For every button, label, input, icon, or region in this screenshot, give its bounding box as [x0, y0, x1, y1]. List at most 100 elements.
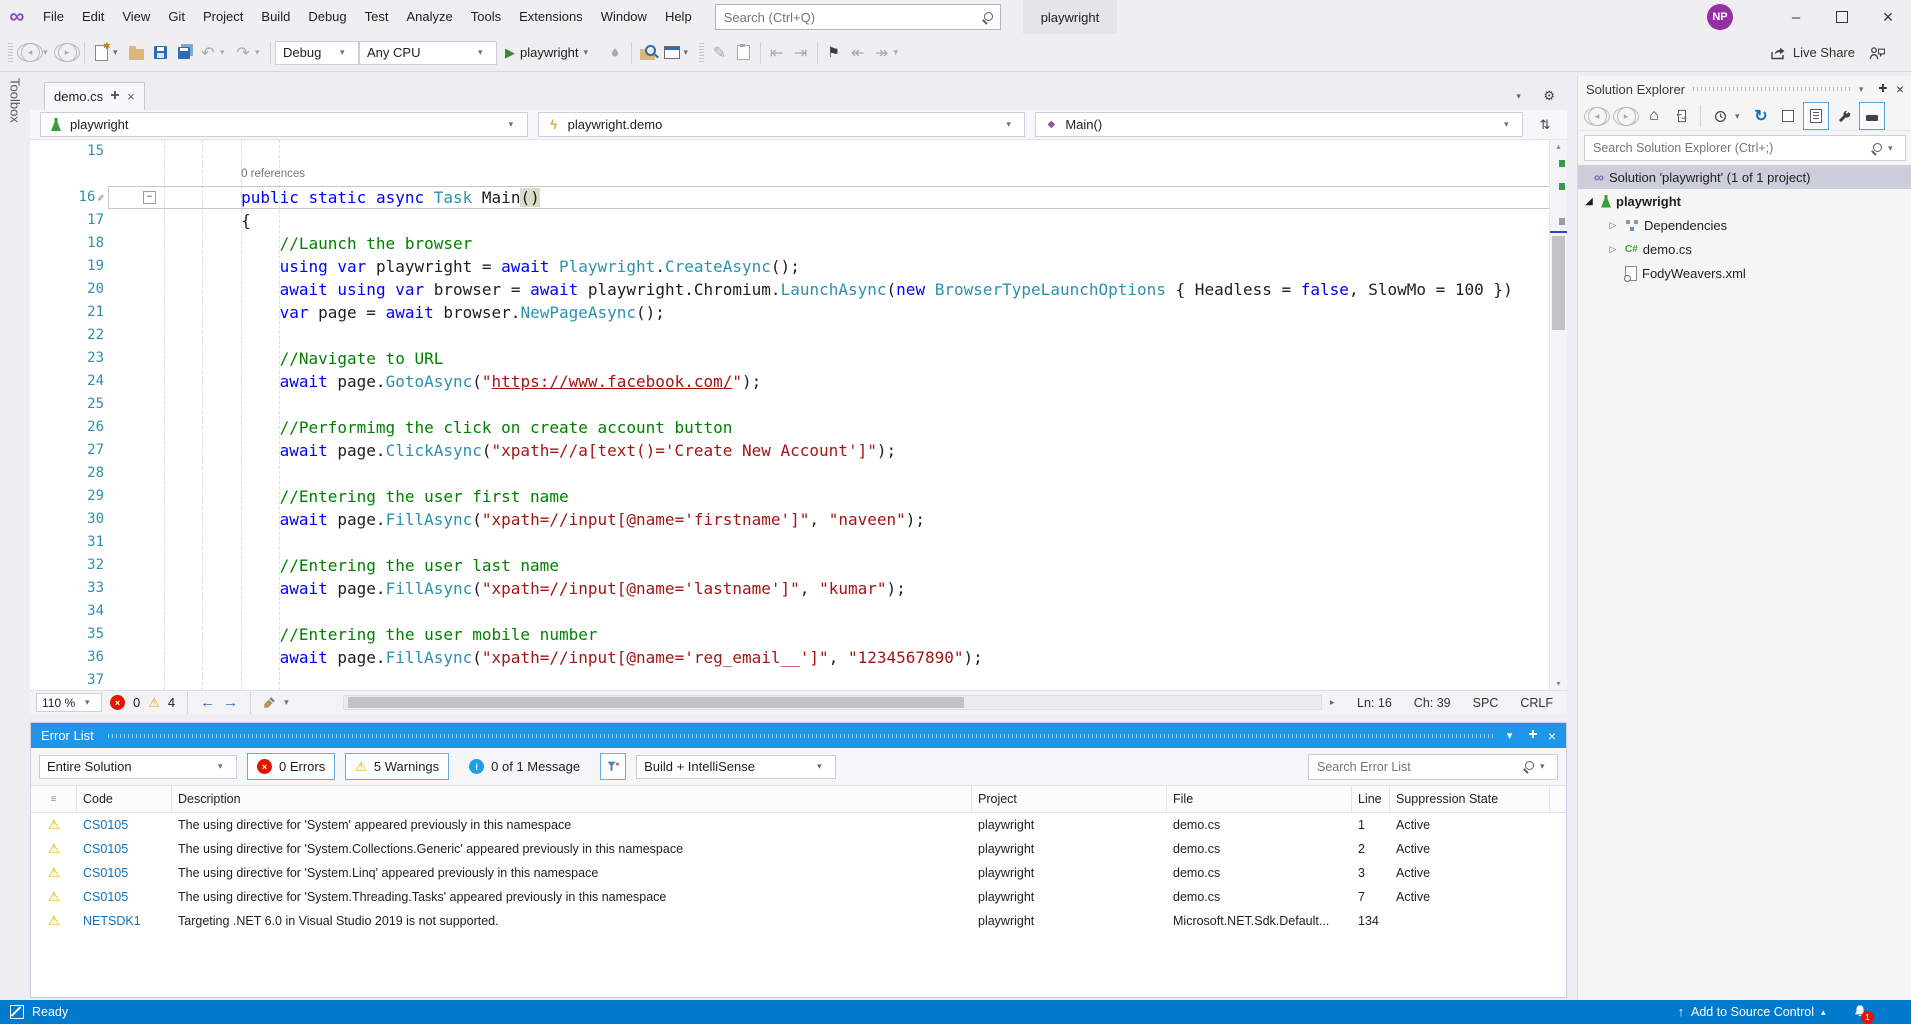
- filter-button[interactable]: [600, 753, 626, 780]
- close-icon[interactable]: ×: [1896, 81, 1904, 97]
- code-text[interactable]: //Entering the user last name: [164, 554, 559, 577]
- code-text[interactable]: [164, 669, 280, 690]
- navigate-forward-button[interactable]: ▸: [54, 43, 80, 62]
- preview-selected-items-button[interactable]: [1859, 102, 1885, 130]
- redo-dropdown-button[interactable]: ▾: [255, 40, 266, 66]
- column-header-file[interactable]: File: [1167, 786, 1352, 812]
- show-all-files-button[interactable]: [1803, 102, 1829, 130]
- code-text[interactable]: //Navigate to URL: [164, 347, 443, 370]
- code-text[interactable]: public static async Task Main(): [164, 186, 540, 209]
- background-tasks-icon[interactable]: [10, 1005, 24, 1019]
- code-cleanup-icon[interactable]: [263, 696, 276, 709]
- menu-edit[interactable]: Edit: [73, 9, 113, 24]
- menu-debug[interactable]: Debug: [299, 9, 355, 24]
- account-avatar[interactable]: NP: [1707, 4, 1733, 30]
- se-home-button[interactable]: ⌂: [1642, 103, 1666, 129]
- code-text[interactable]: using var playwright = await Playwright.…: [164, 255, 800, 278]
- restore-button[interactable]: [1819, 0, 1865, 34]
- type-dropdown[interactable]: ϟ playwright.demo ▾: [538, 112, 1026, 137]
- document-list-dropdown-icon[interactable]: ▾: [1516, 91, 1527, 102]
- error-table-header[interactable]: ≡CodeDescriptionProjectFileLineSuppressi…: [31, 786, 1566, 813]
- error-row[interactable]: ⚠NETSDK1Targeting .NET 6.0 in Visual Stu…: [31, 909, 1566, 933]
- pin-icon[interactable]: [1528, 729, 1538, 742]
- code-text[interactable]: var page = await browser.NewPageAsync();: [164, 301, 665, 324]
- code-text[interactable]: //Launch the browser: [164, 232, 472, 255]
- collapse-all-button[interactable]: [1776, 103, 1800, 129]
- source-filter-dropdown[interactable]: Build + IntelliSense ▾: [636, 755, 836, 779]
- code-text[interactable]: await page.FillAsync("xpath=//input[@nam…: [164, 508, 925, 531]
- browser-link-button[interactable]: [660, 40, 684, 66]
- se-back-button[interactable]: ◂: [1584, 107, 1610, 126]
- tab-close-icon[interactable]: ×: [127, 89, 135, 104]
- minimize-button[interactable]: –: [1773, 0, 1819, 34]
- code-text[interactable]: await page.ClickAsync("xpath=//a[text()=…: [164, 439, 896, 462]
- paste-special-button[interactable]: [732, 40, 756, 66]
- messages-filter-button[interactable]: i 0 of 1 Message: [459, 753, 590, 780]
- navigate-forward-icon[interactable]: →: [223, 694, 238, 711]
- warnings-filter-button[interactable]: ⚠ 5 Warnings: [345, 753, 449, 780]
- code-text[interactable]: [164, 393, 280, 416]
- pending-changes-filter-button[interactable]: [1708, 103, 1732, 129]
- code-text[interactable]: //Entering the user first name: [164, 485, 569, 508]
- navigate-backward-icon[interactable]: ←: [200, 694, 215, 711]
- chevron-down-icon[interactable]: ▾: [284, 697, 295, 708]
- hot-reload-button[interactable]: [603, 40, 627, 66]
- scroll-up-icon[interactable]: ▴: [1550, 142, 1567, 151]
- menu-test[interactable]: Test: [356, 9, 398, 24]
- severity-column-header[interactable]: ≡: [31, 786, 77, 812]
- menu-file[interactable]: File: [34, 9, 73, 24]
- pending-changes-dropdown-button[interactable]: ▾: [1735, 103, 1746, 129]
- error-list-search-box[interactable]: ▾: [1308, 754, 1558, 780]
- split-editor-icon[interactable]: ⇅: [1533, 112, 1557, 138]
- find-in-files-button[interactable]: [636, 40, 660, 66]
- new-file-dropdown-button[interactable]: ▾: [113, 40, 124, 66]
- project-dropdown[interactable]: playwright ▾: [40, 112, 528, 137]
- column-header-project[interactable]: Project: [972, 786, 1167, 812]
- code-text[interactable]: await page.FillAsync("xpath=//input[@nam…: [164, 646, 983, 669]
- tree-item-playwright[interactable]: ◢playwright: [1578, 189, 1911, 213]
- column-header-suppression-state[interactable]: Suppression State: [1390, 786, 1550, 812]
- menu-analyze[interactable]: Analyze: [397, 9, 461, 24]
- column-header-description[interactable]: Description: [172, 786, 972, 812]
- error-count-icon[interactable]: ×: [110, 695, 125, 710]
- quick-search-input[interactable]: [722, 9, 981, 26]
- solution-explorer-title-bar[interactable]: Solution Explorer ▾ ×: [1578, 76, 1911, 102]
- bookmark-dropdown-button[interactable]: ▾: [894, 40, 905, 66]
- sync-with-active-document-button[interactable]: [1669, 103, 1693, 129]
- fold-collapse-icon[interactable]: −: [143, 191, 156, 204]
- se-forward-button[interactable]: ▸: [1613, 107, 1639, 126]
- window-position-dropdown-icon[interactable]: ▾: [1507, 729, 1518, 742]
- menu-help[interactable]: Help: [656, 9, 701, 24]
- live-share-button[interactable]: Live Share: [1770, 45, 1855, 60]
- solution-configurations-dropdown[interactable]: Debug▾: [275, 41, 359, 65]
- undo-button[interactable]: ↶: [196, 40, 220, 66]
- tree-item-solution-playwright-1-of-1-proje[interactable]: ∞Solution 'playwright' (1 of 1 project): [1578, 165, 1911, 189]
- member-dropdown[interactable]: ◆ Main() ▾: [1035, 112, 1523, 137]
- pin-icon[interactable]: [110, 90, 120, 103]
- save-button[interactable]: [148, 40, 172, 66]
- solution-platforms-dropdown[interactable]: Any CPU▾: [359, 41, 497, 65]
- run-button[interactable]: ▶playwright▾: [497, 40, 603, 66]
- close-icon[interactable]: ×: [1548, 728, 1556, 744]
- pin-icon[interactable]: [1878, 83, 1888, 96]
- menu-extensions[interactable]: Extensions: [510, 9, 592, 24]
- code-text[interactable]: [164, 324, 280, 347]
- tab-demo-cs[interactable]: demo.cs ×: [44, 82, 145, 110]
- code-text[interactable]: [164, 600, 280, 623]
- properties-button[interactable]: [1832, 103, 1856, 129]
- refresh-button[interactable]: ↻: [1749, 103, 1773, 129]
- solution-explorer-search-box[interactable]: ▾: [1584, 135, 1906, 161]
- back-history-dropdown-button[interactable]: ▾: [43, 40, 54, 66]
- collapse-arrow-icon[interactable]: ◢: [1582, 196, 1596, 207]
- error-row[interactable]: ⚠CS0105The using directive for 'System' …: [31, 813, 1566, 837]
- quick-search-box[interactable]: [715, 4, 1001, 30]
- code-text[interactable]: //Entering the user mobile number: [164, 623, 597, 646]
- new-file-button[interactable]: [89, 40, 113, 66]
- navigate-back-button[interactable]: ◂: [17, 43, 43, 62]
- error-row[interactable]: ⚠CS0105The using directive for 'System.C…: [31, 837, 1566, 861]
- toggle-bookmark-button[interactable]: ⚑: [822, 40, 846, 66]
- code-text[interactable]: await page.GotoAsync("https://www.facebo…: [164, 370, 761, 393]
- errors-filter-button[interactable]: × 0 Errors: [247, 753, 335, 780]
- code-text[interactable]: //Performimg the click on create account…: [164, 416, 732, 439]
- expand-arrow-icon[interactable]: ▷: [1606, 244, 1620, 255]
